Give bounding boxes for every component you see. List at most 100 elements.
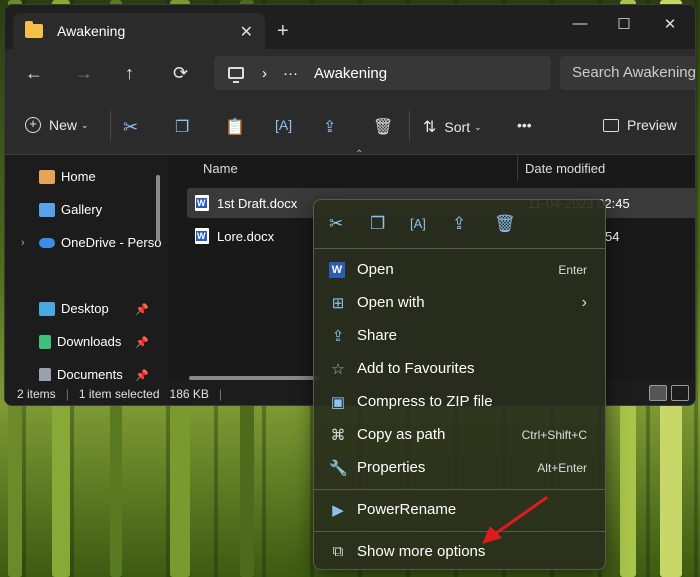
word-document-icon: [195, 228, 209, 244]
paste-icon[interactable]: 📋: [225, 117, 245, 137]
context-quick-actions: ✂ ❐ [A] ⇪ 🗑: [314, 200, 605, 246]
menu-item-share[interactable]: ⇪ Share: [314, 319, 605, 352]
share-icon: ⇪: [331, 327, 345, 345]
sidebar-item-label: Documents: [57, 367, 123, 382]
column-header-date[interactable]: Date modified: [525, 161, 605, 176]
path-box[interactable]: › ··· Awakening: [214, 56, 551, 90]
delete-icon[interactable]: 🗑: [373, 117, 393, 137]
status-divider: |: [218, 387, 223, 401]
file-name: 1st Draft.docx: [217, 195, 298, 211]
cloud-icon: [39, 237, 55, 248]
menu-item-add-to-favourites[interactable]: ☆ Add to Favourites: [314, 352, 605, 385]
sort-label: Sort: [444, 119, 471, 135]
folder-icon: [25, 21, 43, 38]
refresh-button[interactable]: ⟳: [173, 63, 188, 84]
copy-icon[interactable]: ❐: [175, 117, 189, 137]
sidebar-item-label: Desktop: [61, 301, 109, 316]
share-icon[interactable]: ⇪: [452, 214, 466, 234]
cut-icon[interactable]: ✂: [123, 117, 138, 138]
sidebar-item-documents[interactable]: Documents: [39, 367, 123, 382]
close-button[interactable]: ✕: [647, 15, 693, 33]
menu-item-powerrename[interactable]: ▶ PowerRename: [314, 493, 605, 526]
new-tab-button[interactable]: +: [277, 21, 289, 41]
sidebar-item-label: Home: [61, 169, 96, 184]
menu-item-label: Add to Favourites: [357, 360, 475, 377]
word-document-icon: [195, 195, 209, 211]
star-icon: ☆: [331, 360, 345, 378]
powerrename-icon: ▶: [332, 501, 344, 519]
chevron-down-icon: ⌄: [81, 119, 89, 130]
share-icon[interactable]: ⇪: [323, 117, 336, 137]
tab-close-icon[interactable]: ✕: [240, 22, 253, 42]
sidebar-item-label: OneDrive - Perso: [61, 235, 162, 250]
delete-icon[interactable]: 🗑: [494, 214, 516, 234]
breadcrumb-ellipsis[interactable]: ···: [283, 65, 298, 82]
sidebar-item-onedrive[interactable]: OneDrive - Perso: [39, 235, 161, 250]
monitor-icon: [228, 67, 244, 83]
gallery-icon: [39, 202, 55, 217]
menu-divider: [314, 531, 605, 532]
plus-icon: +: [25, 117, 41, 133]
details-view-icon[interactable]: [649, 385, 667, 401]
file-date: 54: [605, 228, 620, 244]
zip-icon: ▣: [330, 393, 346, 411]
navigation-pane: Home Gallery › OneDrive - Perso Desktop …: [5, 155, 169, 382]
menu-item-shortcut: Alt+Enter: [537, 460, 587, 475]
menu-item-properties[interactable]: 🔧 Properties Alt+Enter: [314, 451, 605, 484]
menu-item-label: Share: [357, 327, 398, 344]
menu-item-show-more-options[interactable]: ⧉ Show more options: [314, 535, 605, 568]
menu-item-label: Properties: [357, 459, 426, 476]
forward-button[interactable]: →: [75, 63, 93, 84]
sort-button[interactable]: ⇅ Sort ⌄: [423, 117, 482, 137]
download-icon: [39, 334, 51, 349]
nav-scrollbar[interactable]: [156, 175, 160, 241]
sidebar-item-gallery[interactable]: Gallery: [39, 202, 102, 217]
cut-icon[interactable]: ✂: [329, 214, 343, 234]
expand-chevron-icon[interactable]: ›: [21, 237, 25, 249]
word-icon: W: [329, 261, 345, 278]
new-button[interactable]: + New ⌄: [25, 117, 89, 133]
annotation-arrow: [482, 496, 548, 544]
view-toggle: [649, 385, 689, 401]
sidebar-item-home[interactable]: Home: [39, 169, 96, 184]
pin-icon: 📌: [135, 337, 149, 349]
sort-icon: ⇅: [423, 119, 437, 136]
selection-count: 1 item selected: [78, 387, 160, 401]
horizontal-scrollbar[interactable]: [189, 376, 319, 380]
copy-path-icon: ⌘: [330, 426, 346, 444]
copy-icon[interactable]: ❐: [370, 214, 385, 234]
column-header-name[interactable]: Name: [203, 161, 238, 176]
menu-item-compress-zip[interactable]: ▣ Compress to ZIP file: [314, 385, 605, 418]
menu-item-shortcut: Enter: [558, 262, 587, 277]
up-button[interactable]: ↑: [125, 63, 134, 84]
column-divider[interactable]: [517, 155, 518, 181]
tab-awakening[interactable]: Awakening ✕: [13, 13, 265, 49]
item-count: 2 items: [17, 387, 56, 401]
menu-item-open-with[interactable]: ⊞ Open with ›: [314, 286, 605, 319]
search-input[interactable]: Search Awakening: [560, 56, 695, 90]
sidebar-item-desktop[interactable]: Desktop: [39, 301, 109, 316]
toolbar-divider: [409, 111, 410, 141]
rename-icon[interactable]: [A]: [410, 216, 426, 231]
menu-divider: [314, 489, 605, 490]
preview-button[interactable]: Preview: [603, 117, 677, 133]
more-options-button[interactable]: •••: [517, 117, 532, 133]
menu-item-label: PowerRename: [357, 501, 457, 518]
breadcrumb-current[interactable]: Awakening: [314, 65, 387, 82]
menu-item-copy-as-path[interactable]: ⌘ Copy as path Ctrl+Shift+C: [314, 418, 605, 451]
menu-divider: [314, 248, 605, 249]
menu-item-open[interactable]: W Open Enter: [314, 253, 605, 286]
menu-item-shortcut: Ctrl+Shift+C: [521, 427, 587, 442]
sort-ascending-icon: ⌃: [355, 149, 364, 160]
minimize-button[interactable]: —: [557, 15, 603, 32]
rename-icon[interactable]: [A]: [275, 117, 292, 133]
tab-title: Awakening: [57, 23, 126, 39]
back-button[interactable]: ←: [25, 63, 43, 84]
menu-item-label: Copy as path: [357, 426, 446, 443]
sidebar-item-downloads[interactable]: Downloads: [39, 334, 121, 349]
title-bar: Awakening ✕ + — ☐ ✕: [5, 5, 695, 49]
toolbar-divider: [110, 111, 111, 141]
maximize-button[interactable]: ☐: [601, 15, 647, 33]
tiles-view-icon[interactable]: [671, 385, 689, 401]
home-icon: [39, 169, 55, 184]
